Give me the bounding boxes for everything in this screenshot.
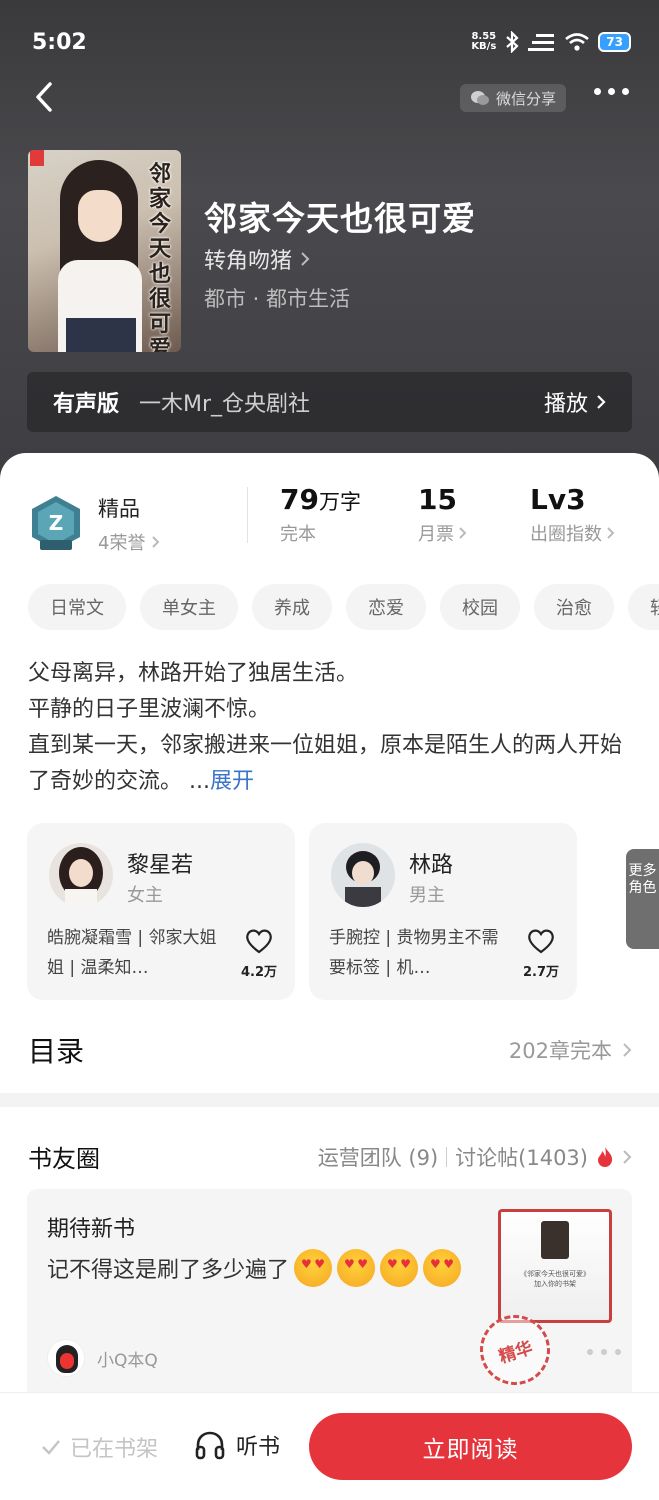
heart-icon — [528, 929, 554, 954]
role-gender: 女主 — [127, 885, 163, 906]
post-more-icon[interactable] — [587, 1349, 621, 1355]
author-link[interactable]: 转角吻猪 — [204, 243, 310, 275]
book-circle-header[interactable]: 书友圈 运营团队 (9) 讨论帖(1403) — [28, 1139, 632, 1174]
net-speed: 8.55 KB/s — [471, 31, 497, 52]
like-button[interactable]: 2.7万 — [521, 927, 561, 980]
featured-post[interactable]: 期待新书 记不得这是刷了多少遍了 《邻家今天也很可爱》加入你的书架 精华 小Q本… — [27, 1189, 632, 1399]
avatar — [331, 843, 395, 907]
role-name: 林路 — [409, 853, 454, 878]
role-name: 黎星若 — [127, 853, 194, 878]
wechat-share-button[interactable]: 微信分享 — [460, 84, 567, 112]
synopsis: 父母离异，林路开始了独居生活。 平静的日子里波澜不惊。 直到某一天，邻家搬进来一… — [28, 661, 623, 794]
check-icon — [42, 1440, 60, 1455]
post-author[interactable]: 小Q本Q — [47, 1339, 158, 1377]
chapter-count: 202章完本 — [508, 1039, 612, 1063]
heart-eyes-emoji-icon — [380, 1249, 419, 1287]
expand-link[interactable]: 展开 — [210, 769, 254, 794]
wechat-share-label: 微信分享 — [496, 89, 557, 108]
role-desc: 皓腕凝霜雪 | 邻家大姐姐 | 温柔知… — [47, 928, 217, 978]
heart-eyes-emoji-icon — [337, 1249, 376, 1287]
role-gender: 男主 — [409, 885, 445, 906]
cover-title: 邻家今天也很可爱 — [149, 162, 172, 352]
book-cover[interactable]: 邻家今天也很可爱 — [28, 150, 181, 352]
more-roles-tab[interactable]: 更多角色 — [626, 849, 659, 949]
wechat-icon — [471, 91, 489, 105]
audio-label: 有声版 — [53, 392, 120, 417]
role-card[interactable]: 林路 男主 手腕控 | 贵物男主不需要标签 | 机… 2.7万 — [309, 823, 577, 1000]
tag-chip[interactable]: 轻 — [628, 584, 659, 630]
tag-chip[interactable]: 养成 — [252, 584, 332, 630]
tag-chip[interactable]: 日常文 — [28, 584, 126, 630]
status-icons: 8.55 KB/s 73 — [471, 31, 631, 53]
post-title: 期待新书 — [47, 1217, 136, 1242]
tag-chip[interactable]: 校园 — [440, 584, 520, 630]
audio-performer: 一木Mr_仓央剧社 — [139, 392, 311, 417]
tag-list: 日常文 单女主 养成 恋爱 校园 治愈 轻 — [28, 584, 659, 630]
wifi-icon — [565, 33, 590, 51]
in-shelf-button[interactable]: 已在书架 — [40, 1431, 158, 1463]
honor-badge-icon: Z — [32, 496, 80, 550]
chevron-right-icon — [623, 1043, 632, 1057]
tag-chip[interactable]: 治愈 — [534, 584, 614, 630]
like-count: 2.7万 — [522, 965, 560, 980]
discussion-count[interactable]: 讨论帖(1403) — [455, 1142, 588, 1172]
status-bar: 5:02 8.55 KB/s 73 — [32, 26, 631, 58]
chevron-right-icon — [607, 527, 615, 539]
role-desc: 手腕控 | 贵物男主不需要标签 | 机… — [329, 928, 499, 978]
monthly-ticket-stat[interactable]: 15 月票 — [418, 483, 467, 546]
chevron-right-icon — [459, 527, 467, 539]
tag-chip[interactable]: 恋爱 — [346, 584, 426, 630]
play-button[interactable]: 播放 — [544, 386, 606, 418]
book-info-card: Z 精品 4荣誉 79万字 完本 15 月票 Lv3 出圈指数 日常文 单女主 … — [0, 453, 659, 1093]
chevron-right-icon — [152, 536, 160, 548]
book-circle-section: 书友圈 运营团队 (9) 讨论帖(1403) 期待新书 记不得这是刷了多少遍了 … — [0, 1107, 659, 1407]
honor-section[interactable]: Z 精品 4荣誉 — [28, 493, 160, 555]
cover-badge — [30, 150, 44, 166]
post-body: 记不得这是刷了多少遍了 — [47, 1249, 462, 1287]
honor-title: 精品 — [98, 497, 140, 521]
battery-indicator: 73 — [598, 32, 631, 52]
avatar — [49, 843, 113, 907]
book-title: 邻家今天也很可爱 — [204, 199, 476, 238]
book-circle-title: 书友圈 — [28, 1145, 100, 1173]
heart-icon — [246, 929, 272, 954]
book-genre: 都市 · 都市生活 — [204, 287, 351, 311]
heart-eyes-emoji-icon — [294, 1249, 333, 1287]
read-now-button[interactable]: 立即阅读 — [309, 1413, 632, 1480]
popularity-index-stat[interactable]: Lv3 出圈指数 — [530, 483, 615, 546]
post-image[interactable]: 《邻家今天也很可爱》 加入你的书架 — [498, 1209, 612, 1323]
role-card[interactable]: 黎星若 女主 皓腕凝霜雪 | 邻家大姐姐 | 温柔知… 4.2万 — [27, 823, 295, 1000]
honor-count: 4荣誉 — [98, 533, 146, 554]
book-header: 5:02 8.55 KB/s 73 微信分享 邻家今天也很可爱 邻家今天也很可爱… — [0, 0, 659, 480]
post-author-name: 小Q本Q — [97, 1350, 158, 1371]
more-options-icon[interactable] — [594, 88, 629, 95]
avatar — [47, 1339, 85, 1377]
listen-button[interactable]: 听书 — [194, 1429, 280, 1461]
like-button[interactable]: 4.2万 — [239, 927, 279, 980]
back-icon[interactable] — [30, 80, 60, 114]
signal-icon — [528, 34, 555, 51]
svg-text:Z: Z — [49, 511, 64, 535]
headphones-icon — [195, 1431, 225, 1460]
bluetooth-icon — [506, 31, 519, 53]
table-of-contents-row[interactable]: 目录 202章完本 — [28, 1030, 632, 1070]
status-time: 5:02 — [32, 29, 87, 55]
bottom-action-bar: 已在书架 听书 立即阅读 — [0, 1392, 659, 1500]
tag-chip[interactable]: 单女主 — [140, 584, 238, 630]
word-count-stat: 79万字 完本 — [280, 483, 361, 545]
like-count: 4.2万 — [240, 965, 278, 980]
chevron-right-icon — [301, 252, 310, 266]
stats-divider — [247, 487, 248, 543]
ops-team-link[interactable]: 运营团队 (9) — [318, 1142, 438, 1172]
toc-title: 目录 — [28, 1035, 85, 1068]
chevron-right-icon — [623, 1149, 632, 1164]
chevron-right-icon — [597, 395, 606, 409]
audio-version-bar[interactable]: 有声版 一木Mr_仓央剧社 播放 — [27, 372, 632, 432]
fire-icon — [598, 1146, 613, 1167]
heart-eyes-emoji-icon — [423, 1249, 462, 1287]
author-name: 转角吻猪 — [204, 249, 293, 274]
